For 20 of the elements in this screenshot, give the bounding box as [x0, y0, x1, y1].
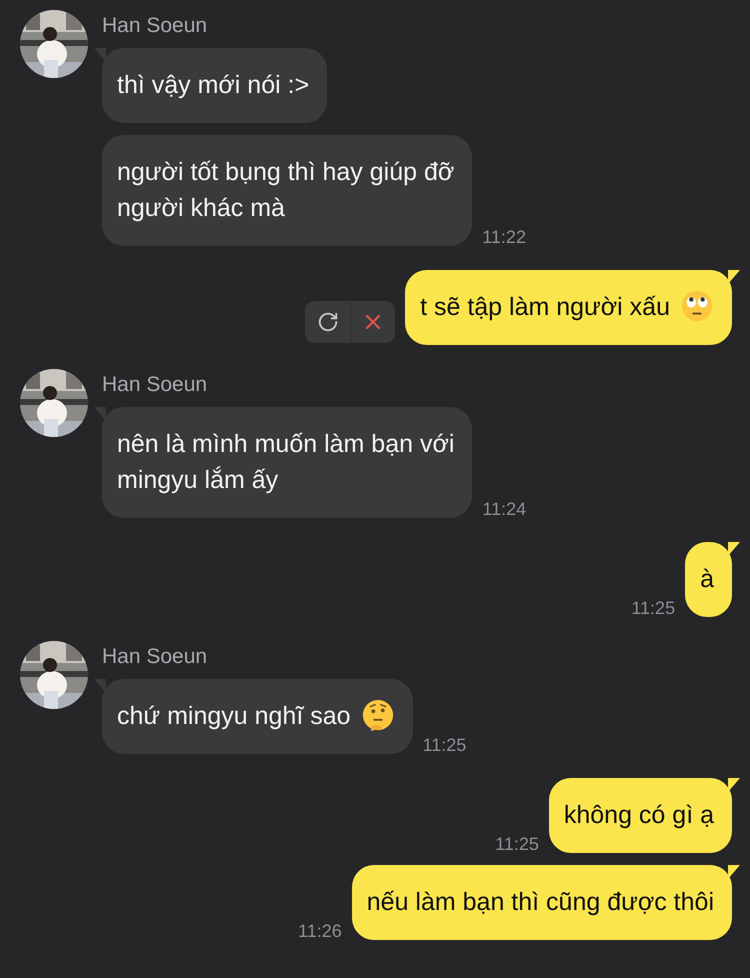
message-text: người tốt bụng thì hay giúp đỡ người khác mà — [117, 157, 454, 224]
message-time: 11:24 — [482, 499, 526, 520]
thinking-emoji-icon — [360, 699, 395, 733]
sender-name: Han Soeun — [102, 373, 208, 397]
eye-roll-emoji-icon — [680, 290, 714, 324]
message-text: chứ mingyu nghĩ sao — [117, 701, 351, 732]
message-time: 11:25 — [631, 598, 676, 619]
message-time: 11:25 — [495, 834, 539, 855]
message-text: t sẽ tập làm người xấu — [420, 292, 670, 323]
message-text: thì vậy mới nói :> — [117, 70, 310, 101]
message-text: không có gì ạ — [564, 800, 714, 831]
message-text: nếu làm bạn thì cũng được thôi — [366, 887, 714, 918]
sender-name: Han Soeun — [102, 14, 208, 38]
message-text: à — [700, 564, 714, 595]
retry-icon — [316, 311, 339, 333]
message-time: 11:22 — [482, 227, 526, 248]
message-text: nên là mình muốn làm bạn với mingyu lắm ấy — [117, 429, 454, 496]
sender-name: Han Soeun — [102, 645, 208, 669]
message-time: 11:25 — [422, 735, 466, 756]
message-time: 11:26 — [298, 921, 342, 942]
